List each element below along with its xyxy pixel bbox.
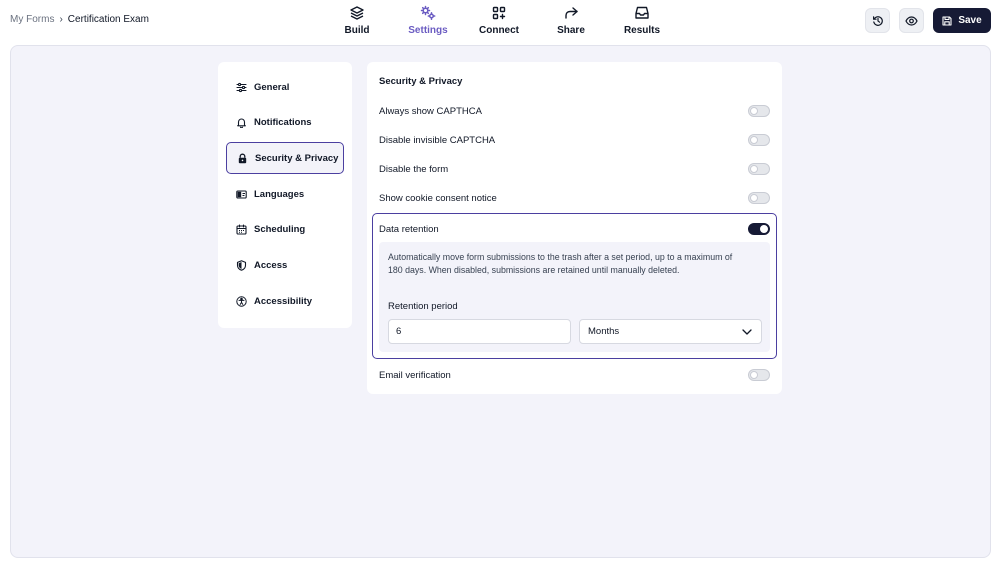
nav-results[interactable]: Results bbox=[616, 5, 668, 39]
sidebar-item-scheduling[interactable]: Scheduling bbox=[226, 214, 344, 246]
setting-label: Always show CAPTHCA bbox=[379, 105, 482, 117]
setting-disable-invisible-captcha: Disable invisible CAPTCHA bbox=[379, 132, 770, 148]
toggle-knob bbox=[750, 194, 758, 202]
sliders-icon bbox=[236, 82, 247, 92]
history-button[interactable] bbox=[865, 8, 890, 33]
sidebar-item-accessibility[interactable]: Accessibility bbox=[226, 285, 344, 317]
setting-label: Data retention bbox=[379, 223, 439, 235]
sidebar-item-label: Scheduling bbox=[254, 224, 306, 236]
preview-button[interactable] bbox=[899, 8, 924, 33]
data-retention-description: Automatically move form submissions to t… bbox=[388, 252, 733, 276]
retention-period-input[interactable]: 6 bbox=[388, 319, 571, 344]
setting-label: Show cookie consent notice bbox=[379, 192, 497, 204]
sidebar-item-label: General bbox=[254, 81, 290, 93]
setting-label: Email verification bbox=[379, 369, 451, 381]
inbox-icon bbox=[635, 6, 649, 19]
shield-icon bbox=[236, 260, 247, 271]
toggle-knob bbox=[750, 136, 758, 144]
top-actions: Save bbox=[865, 8, 991, 33]
data-retention-toggle[interactable] bbox=[748, 223, 770, 235]
sidebar-item-label: Access bbox=[254, 259, 288, 271]
sidebar-item-security-privacy[interactable]: Security & Privacy bbox=[226, 142, 344, 175]
integrations-icon bbox=[492, 6, 506, 20]
setting-disable-form: Disable the form bbox=[379, 161, 770, 177]
lock-icon bbox=[238, 153, 247, 164]
setting-email-verification: Email verification bbox=[379, 367, 770, 383]
nav-build[interactable]: Build bbox=[330, 5, 384, 39]
panel-title: Security & Privacy bbox=[379, 76, 463, 87]
breadcrumb-separator: › bbox=[59, 14, 63, 25]
toggle-knob bbox=[750, 107, 758, 115]
data-retention-section: Data retention Automatically move form s… bbox=[372, 213, 777, 359]
settings-sidebar: General Notifications Security & Privacy… bbox=[218, 62, 352, 328]
toggle-knob bbox=[760, 225, 768, 233]
breadcrumb-current: Certification Exam bbox=[67, 14, 149, 25]
layers-icon bbox=[350, 6, 364, 20]
sidebar-item-label: Security & Privacy bbox=[255, 152, 339, 164]
retention-period-label: Retention period bbox=[388, 301, 458, 312]
disable-invisible-captcha-toggle[interactable] bbox=[748, 134, 770, 146]
share-arrow-icon bbox=[565, 7, 578, 19]
top-bar: My Forms › Certification Exam Build Sett… bbox=[0, 0, 1000, 44]
main-nav: Build Settings Connect Share Results bbox=[330, 5, 668, 39]
retention-unit-select[interactable]: Months bbox=[579, 319, 762, 344]
save-icon bbox=[942, 15, 952, 26]
toggle-knob bbox=[750, 371, 758, 379]
nav-share-label: Share bbox=[557, 25, 585, 36]
setting-always-show-captcha: Always show CAPTHCA bbox=[379, 103, 770, 119]
save-button[interactable]: Save bbox=[933, 8, 991, 33]
cookie-consent-toggle[interactable] bbox=[748, 192, 770, 204]
eye-icon bbox=[905, 15, 918, 26]
disable-form-toggle[interactable] bbox=[748, 163, 770, 175]
breadcrumb-my-forms[interactable]: My Forms bbox=[10, 14, 54, 25]
data-retention-details: Automatically move form submissions to t… bbox=[379, 242, 770, 352]
calendar-icon bbox=[236, 224, 247, 235]
history-icon bbox=[872, 15, 883, 26]
setting-label: Disable invisible CAPTCHA bbox=[379, 134, 496, 146]
accessibility-icon bbox=[236, 295, 247, 307]
sidebar-item-languages[interactable]: Languages bbox=[226, 178, 344, 210]
setting-label: Disable the form bbox=[379, 163, 449, 175]
security-privacy-panel: Security & Privacy Always show CAPTHCA D… bbox=[367, 62, 782, 394]
chevron-down-icon bbox=[742, 328, 752, 335]
nav-connect[interactable]: Connect bbox=[472, 5, 526, 39]
nav-settings-label: Settings bbox=[408, 25, 448, 36]
nav-settings[interactable]: Settings bbox=[384, 5, 472, 39]
nav-share[interactable]: Share bbox=[526, 5, 616, 39]
sidebar-item-notifications[interactable]: Notifications bbox=[226, 107, 344, 139]
sidebar-item-access[interactable]: Access bbox=[226, 249, 344, 281]
sidebar-item-label: Accessibility bbox=[254, 295, 313, 307]
bell-icon bbox=[237, 118, 246, 129]
language-icon bbox=[236, 190, 247, 199]
gears-icon bbox=[420, 5, 436, 20]
breadcrumb: My Forms › Certification Exam bbox=[10, 14, 149, 25]
nav-build-label: Build bbox=[344, 25, 370, 36]
sidebar-item-label: Languages bbox=[254, 188, 305, 200]
save-label: Save bbox=[958, 15, 982, 26]
setting-cookie-consent: Show cookie consent notice bbox=[379, 190, 770, 206]
toggle-knob bbox=[750, 165, 758, 173]
sidebar-item-general[interactable]: General bbox=[226, 71, 344, 103]
nav-results-label: Results bbox=[623, 25, 661, 36]
setting-data-retention: Data retention bbox=[379, 221, 770, 237]
email-verification-toggle[interactable] bbox=[748, 369, 770, 381]
sidebar-item-label: Notifications bbox=[254, 117, 312, 129]
nav-connect-label: Connect bbox=[479, 25, 519, 36]
always-show-captcha-toggle[interactable] bbox=[748, 105, 770, 117]
retention-unit-value: Months bbox=[588, 326, 620, 337]
